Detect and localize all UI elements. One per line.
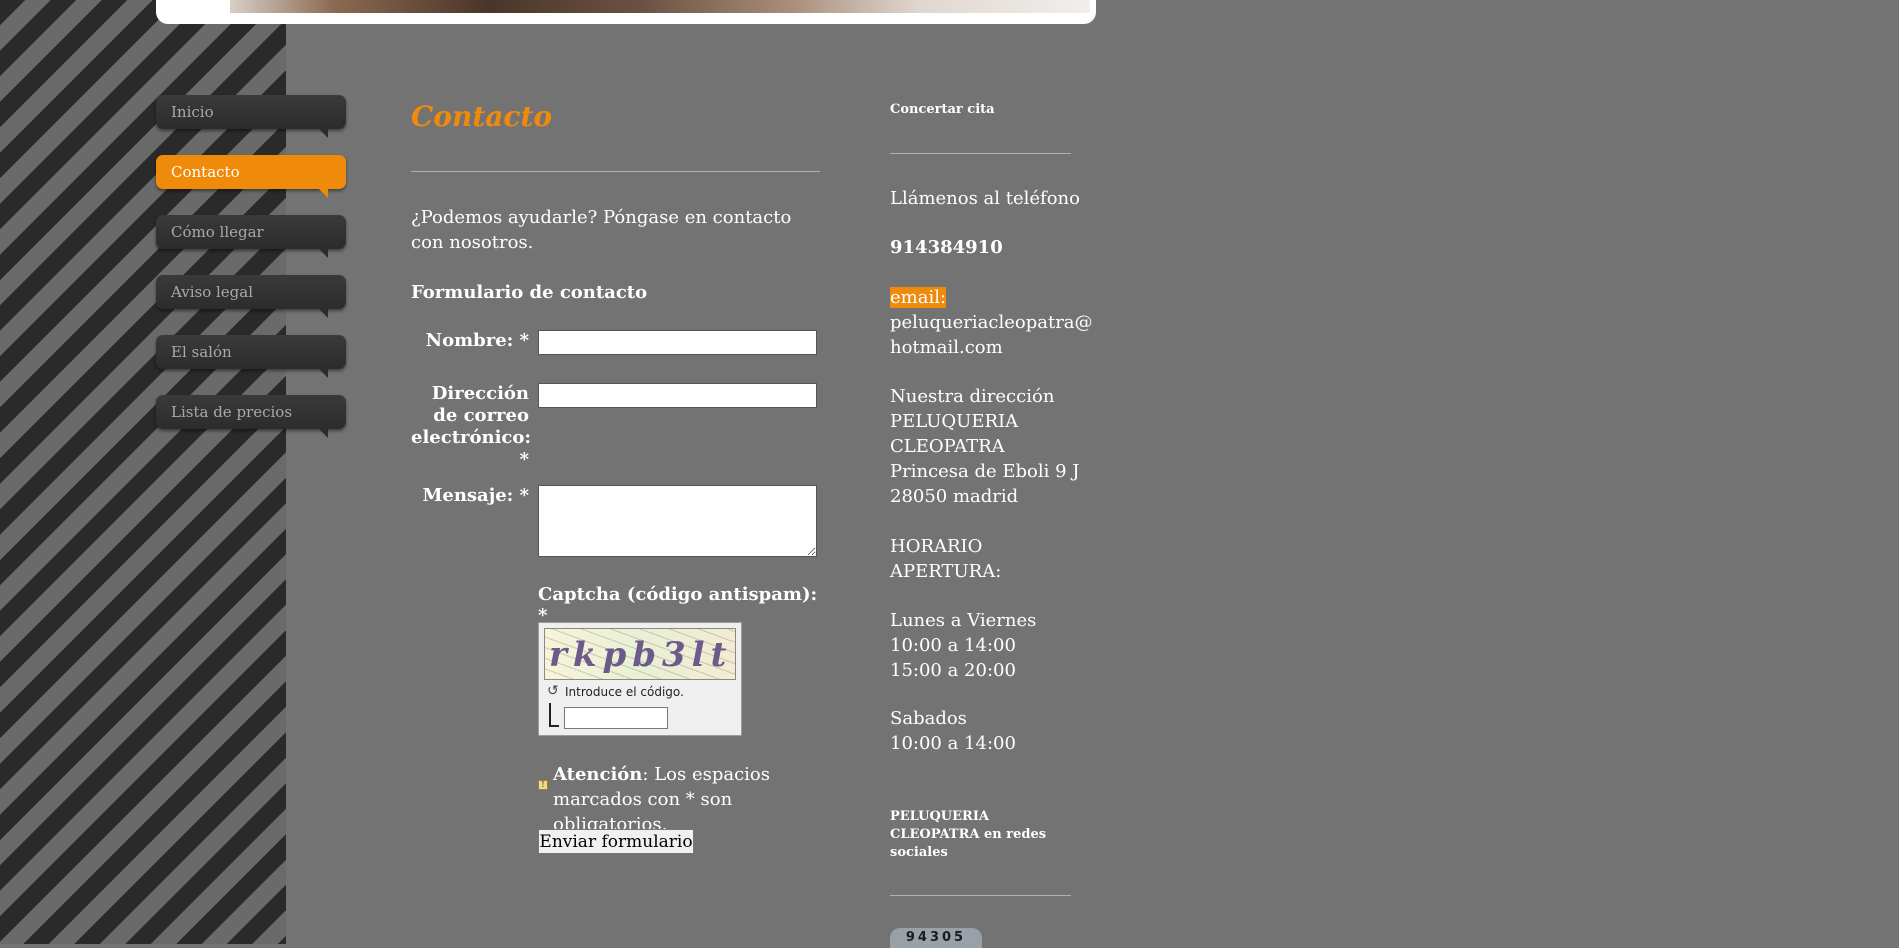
email-highlight: email: (890, 287, 947, 308)
address-text: Nuestra dirección PELUQUERIA CLEOPATRA P… (890, 386, 1080, 507)
main-navigation: Inicio Contacto Cómo llegar Aviso legal … (156, 95, 346, 455)
nav-item-label: El salón (171, 343, 232, 361)
nav-item-tail (318, 428, 328, 438)
hours-title: HORARIO APERTURA: (890, 536, 1002, 582)
required-notice: Atención: Los espacios marcados con * so… (553, 762, 823, 837)
nav-item-tail (318, 308, 328, 318)
required-notice-strong: Atención (553, 764, 643, 785)
intro-text: ¿Podemos ayudarle? Póngase en contacto c… (411, 207, 792, 253)
email-value: peluqueriacleopatra@ hotmail.com (890, 312, 1093, 358)
email-label: email: (890, 285, 947, 310)
nav-item-tail (318, 128, 328, 138)
nav-item-label: Lista de precios (171, 403, 293, 421)
page-title: Contacto (411, 100, 553, 133)
nav-item-inicio[interactable]: Inicio (156, 95, 346, 138)
warning-icon: ! (538, 780, 548, 790)
sidebar-divider (890, 153, 1071, 154)
message-label: Mensaje: * (422, 485, 529, 506)
submit-button[interactable]: Enviar formulario (538, 829, 694, 854)
nav-item-label: Inicio (171, 103, 214, 121)
form-title: Formulario de contacto (411, 282, 648, 303)
captcha-hint: Introduce el código. (565, 685, 684, 699)
weekday-hours: Lunes a Viernes 10:00 a 14:00 15:00 a 20… (890, 610, 1037, 681)
header-image (230, 0, 1090, 13)
nav-item-label: Contacto (171, 163, 240, 181)
title-divider (411, 171, 820, 172)
refresh-icon[interactable]: ↺ (547, 683, 559, 699)
nav-item-como-llegar[interactable]: Cómo llegar (156, 215, 346, 258)
nav-item-el-salon[interactable]: El salón (156, 335, 346, 378)
message-textarea[interactable] (538, 485, 817, 557)
nav-item-tail (318, 368, 328, 378)
arrow-icon (549, 703, 559, 727)
nav-item-tail (318, 248, 328, 258)
nav-item-label: Cómo llegar (171, 223, 264, 241)
captcha-image: rkpb3lt (544, 628, 736, 680)
phone-number: 914384910 (890, 237, 1003, 258)
captcha-label: Captcha (código antispam): * (538, 584, 818, 626)
nav-item-lista-de-precios[interactable]: Lista de precios (156, 395, 346, 438)
saturday-hours: Sabados 10:00 a 14:00 (890, 708, 1016, 754)
content-background (286, 0, 1899, 944)
social-divider (890, 895, 1071, 896)
nav-item-label: Aviso legal (171, 283, 254, 301)
nav-item-aviso-legal[interactable]: Aviso legal (156, 275, 346, 318)
captcha-input[interactable] (564, 707, 668, 729)
name-label: Nombre: * (425, 330, 529, 351)
email-input[interactable] (538, 383, 817, 408)
nav-item-contacto[interactable]: Contacto (156, 155, 346, 198)
captcha-widget: rkpb3lt ↺ Introduce el código. (538, 622, 742, 736)
header-banner (156, 0, 1096, 24)
call-text: Llámenos al teléfono (890, 188, 1080, 209)
name-input[interactable] (538, 330, 817, 355)
nav-item-tail (318, 188, 328, 198)
captcha-code: rkpb3lt (549, 635, 733, 675)
email-label: Dirección de correo electrónico: * (411, 383, 532, 470)
social-heading: PELUQUERIA CLEOPATRA en redes sociales (890, 809, 1047, 860)
visit-counter: 94305 (890, 928, 982, 948)
sidebar-heading: Concertar cita (890, 102, 995, 117)
